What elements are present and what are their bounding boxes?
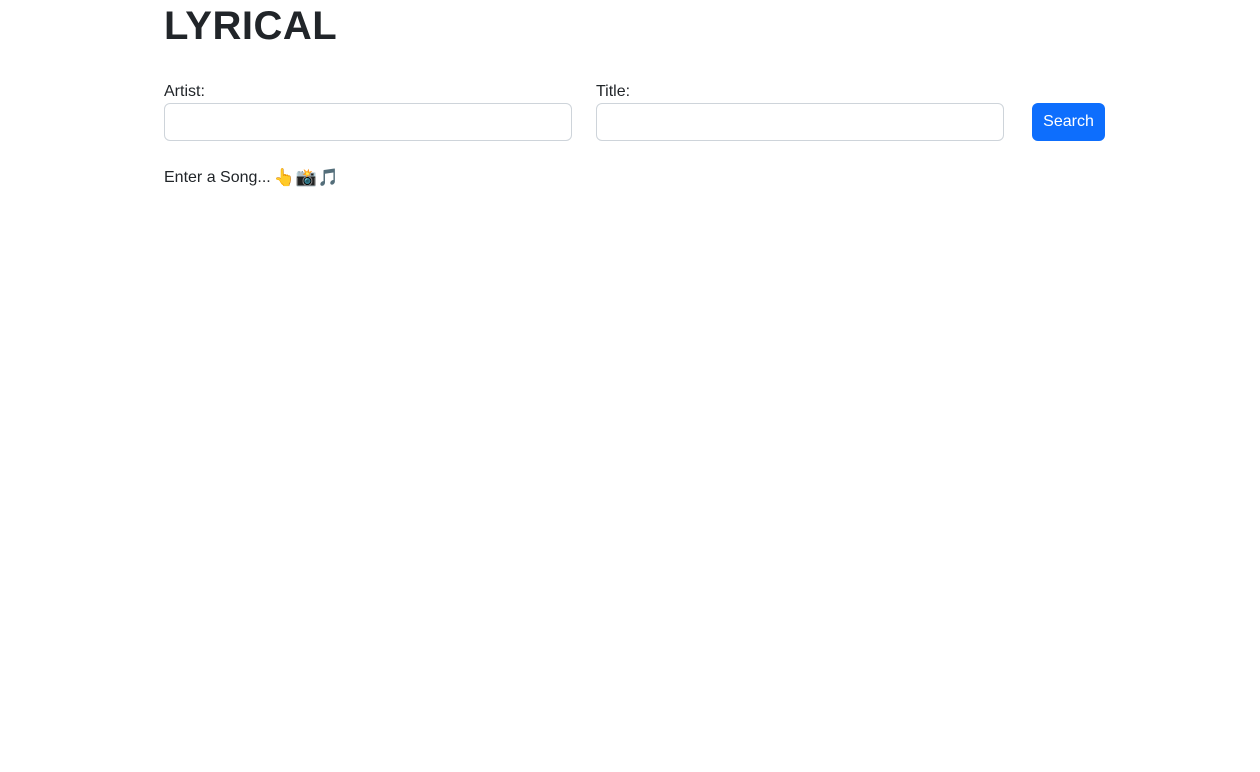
status-message: Enter a Song... 👆 📸 🎵	[164, 166, 339, 190]
search-button[interactable]: Search	[1032, 103, 1105, 141]
artist-label: Artist:	[164, 83, 205, 100]
title-label: Title:	[596, 83, 631, 100]
camera-flash-icon: 📸	[295, 168, 317, 187]
page-title: LYRICAL	[164, 4, 338, 48]
artist-input[interactable]	[164, 103, 572, 141]
pointing-hand-icon: 👆	[273, 168, 295, 187]
app-container: LYRICAL Artist: Title: Search Enter a So…	[0, 0, 1260, 772]
title-input[interactable]	[596, 103, 1004, 141]
prompt-text: Enter a Song...	[164, 169, 271, 186]
music-notes-icon: 🎵	[317, 168, 339, 187]
